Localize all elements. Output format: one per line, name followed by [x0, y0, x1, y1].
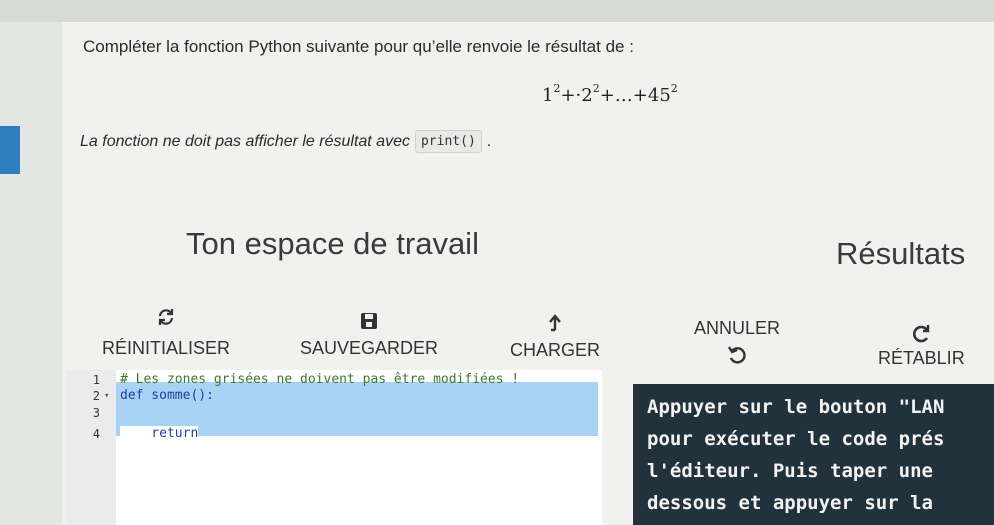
line-number: 3 — [92, 406, 100, 420]
code-text: def somme(): — [120, 388, 214, 403]
line-number: 2 — [92, 389, 100, 403]
redo-icon — [910, 322, 932, 344]
workspace-title: Ton espace de travail — [186, 226, 479, 261]
top-strip — [0, 0, 994, 22]
note-text: La fonction ne doit pas afficher le résu… — [80, 132, 410, 150]
console-line: l'éditeur. Puis taper une — [647, 460, 933, 482]
load-button[interactable]: CHARGER — [510, 312, 600, 361]
refresh-icon — [155, 306, 177, 328]
note-end: . — [486, 132, 492, 150]
question-note: La fonction ne doit pas afficher le résu… — [80, 130, 491, 153]
save-label: SAUVEGARDER — [300, 338, 439, 358]
undo-button[interactable]: ANNULER — [694, 318, 780, 365]
redo-button[interactable]: RÉTABLIR — [878, 322, 965, 369]
undo-icon — [726, 343, 748, 365]
floppy-icon — [358, 310, 380, 332]
line-number: 4 — [92, 427, 100, 441]
undo-label: ANNULER — [694, 318, 781, 338]
upload-arrow-icon — [544, 312, 566, 334]
line-number: 1 — [92, 373, 100, 387]
code-line-3[interactable]: 3 — [66, 405, 602, 421]
code-text: # Les zones grisées ne doivent pas être … — [120, 372, 520, 387]
save-button[interactable]: SAUVEGARDER — [300, 310, 438, 359]
sum-formula: 12+·22+…+452 — [542, 82, 678, 106]
console-line: Appuyer sur le bouton "LAN — [647, 396, 945, 418]
load-label: CHARGER — [510, 340, 601, 360]
fold-arrow-icon[interactable]: ▾ — [104, 388, 109, 404]
code-line-4[interactable]: 4 return — [66, 426, 602, 442]
console-line: pour exécuter le code prés — [647, 428, 945, 450]
code-editor[interactable]: 1 # Les zones grisées ne doivent pas êtr… — [66, 370, 602, 525]
redo-label: RÉTABLIR — [878, 348, 965, 368]
question-intro: Compléter la fonction Python suivante po… — [83, 37, 634, 56]
console-line: dessous et appuyer sur la — [647, 492, 933, 514]
code-text: return — [120, 426, 199, 442]
question-marker — [0, 126, 20, 174]
reset-button[interactable]: RÉINITIALISER — [102, 306, 230, 359]
results-console[interactable]: Appuyer sur le bouton "LAN pour exécuter… — [633, 384, 994, 525]
code-line-1[interactable]: 1 # Les zones grisées ne doivent pas êtr… — [66, 372, 602, 388]
reset-label: RÉINITIALISER — [102, 338, 231, 358]
print-code: print() — [414, 130, 482, 153]
code-line-2[interactable]: 2 ▾ def somme(): — [66, 388, 602, 404]
results-title: Résultats — [836, 236, 966, 271]
